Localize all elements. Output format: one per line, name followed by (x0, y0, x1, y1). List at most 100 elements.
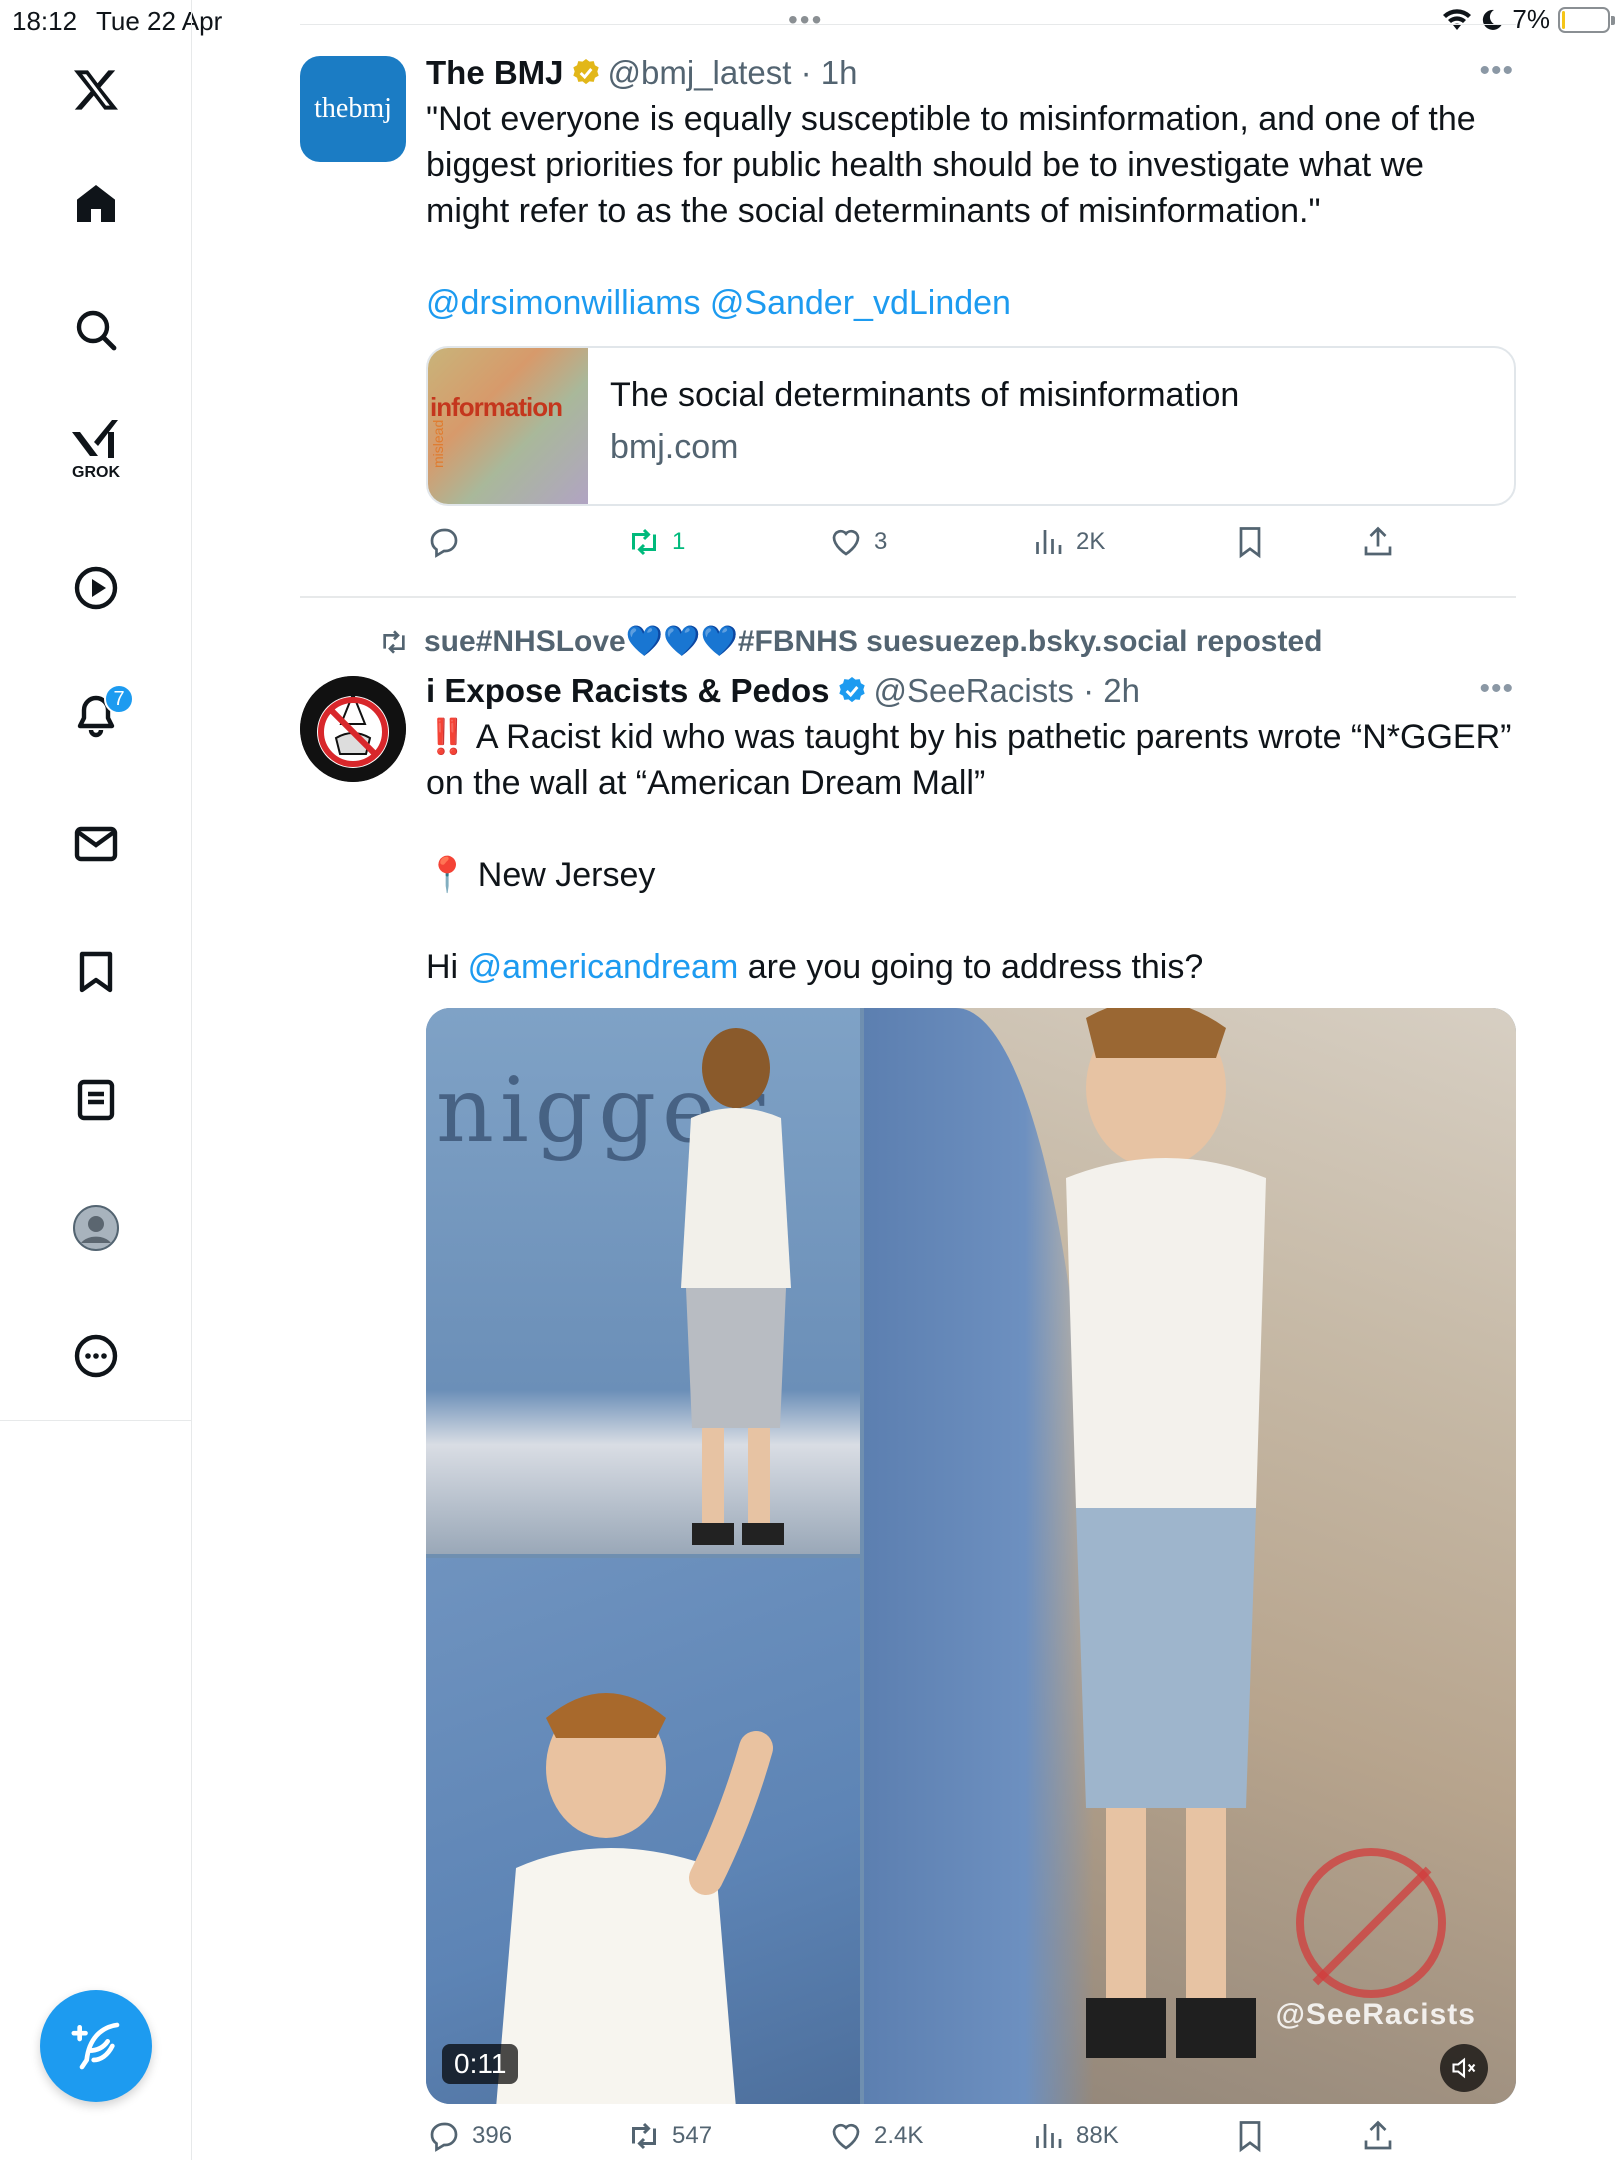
link-card-thumbnail: information mislead (428, 348, 588, 504)
views-icon (1036, 530, 1062, 554)
views-count: 2K (1076, 528, 1106, 555)
tweet-avatar[interactable] (300, 676, 406, 782)
tweet-location: 📍 New Jersey (426, 856, 656, 894)
nav-grok[interactable]: GROK (56, 410, 136, 510)
tweet-header: The BMJ @bmj_latest · 1h (426, 54, 1516, 92)
tweet-time[interactable]: 2h (1103, 672, 1140, 710)
nav-explore[interactable] (56, 290, 136, 370)
alert-emoji: ‼️ (426, 718, 469, 756)
bookmark-button[interactable] (1232, 524, 1268, 560)
list-icon (77, 1079, 115, 1121)
views-button[interactable]: 2K (1030, 524, 1105, 560)
repost-indicator[interactable]: sue#NHSLove💙💙💙#FBNHS suesuezep.bsky.soci… (378, 624, 1322, 659)
verified-gold-icon (572, 59, 599, 85)
reposter-name: sue#NHSLove💙💙💙#FBNHS suesuezep.bsky.soci… (424, 625, 1323, 658)
video-player[interactable]: nigger @SeeRacists 0:11 (426, 1008, 1516, 2104)
grok-icon (72, 420, 118, 458)
moon-icon (1483, 9, 1503, 30)
tweet-header: i Expose Racists & Pedos @SeeRacists · 2… (426, 672, 1516, 710)
avatar-text: thebmj (314, 93, 392, 124)
author-handle[interactable]: @bmj_latest (608, 54, 792, 92)
avatar-icon (73, 1205, 119, 1251)
views-count: 88K (1076, 2122, 1119, 2149)
share-button[interactable] (1360, 2118, 1396, 2154)
like-button[interactable]: 3 (828, 524, 887, 560)
compose-icon (71, 2022, 120, 2070)
video-panel-2 (426, 1558, 860, 2104)
watermark-logo-icon (1296, 1848, 1446, 1998)
search-icon (76, 310, 117, 351)
share-button[interactable] (1360, 524, 1396, 560)
retweet-button[interactable]: 547 (626, 2118, 712, 2154)
status-indicators: 7% (1442, 4, 1615, 35)
bookmark-icon (1239, 527, 1261, 559)
views-button[interactable]: 88K (1030, 2118, 1119, 2154)
like-count: 2.4K (874, 2122, 924, 2149)
nav-more[interactable] (56, 1316, 136, 1396)
link-card[interactable]: information mislead The social determina… (426, 346, 1516, 506)
author-name[interactable]: i Expose Racists & Pedos (426, 672, 830, 710)
like-count: 3 (874, 528, 888, 555)
reply-button[interactable]: 396 (426, 2118, 512, 2154)
tweet-seeracists[interactable]: i Expose Racists & Pedos @SeeRacists · 2… (300, 672, 1516, 2160)
play-icon (74, 566, 118, 610)
tweet-divider (300, 596, 1516, 598)
video-duration: 0:11 (442, 2044, 519, 2084)
video-panel-1: nigger (426, 1008, 860, 1554)
retweet-button[interactable]: 1 (626, 524, 685, 560)
reply-button[interactable] (426, 524, 472, 560)
mute-button[interactable] (1440, 2044, 1488, 2092)
video-watermark: @SeeRacists (1275, 1998, 1476, 2031)
battery-percent: 7% (1512, 4, 1550, 34)
child-figure-3 (1066, 1008, 1266, 2058)
bookmark-icon (79, 951, 113, 993)
share-icon (1364, 2120, 1392, 2150)
tweet-actions-2: 396 547 2.4K 88K (426, 2118, 1516, 2160)
more-options-icon[interactable]: ••• (1479, 54, 1514, 88)
author-name[interactable]: The BMJ (426, 54, 564, 92)
nav-bookmarks[interactable] (56, 932, 136, 1012)
mention-link[interactable]: @americandream (468, 948, 739, 986)
like-button[interactable]: 2.4K (828, 2118, 923, 2154)
bookmark-button[interactable] (1232, 2118, 1268, 2154)
compose-button[interactable] (40, 1990, 152, 2102)
tweet-text: ‼️ A Racist kid who was taught by his pa… (426, 714, 1516, 990)
feed-top-border (300, 24, 1516, 25)
tweet-time[interactable]: 1h (821, 54, 858, 92)
more-icon (74, 1334, 118, 1378)
verified-blue-icon (838, 677, 865, 703)
retweet-count: 547 (672, 2122, 713, 2149)
tweet-bmj[interactable]: thebmj The BMJ @bmj_latest · 1h ••• "Not… (300, 54, 1516, 594)
tweet-avatar[interactable]: thebmj (300, 56, 406, 162)
tweet-line-3: Hi @americandream are you going to addre… (426, 948, 1204, 986)
child-figure-2 (496, 1693, 773, 2104)
tweet-actions: 1 3 2K (426, 524, 1516, 584)
muted-speaker-icon (1452, 2057, 1476, 2079)
tweet-line-1: ‼️ A Racist kid who was taught by his pa… (426, 718, 1512, 802)
author-handle[interactable]: @SeeRacists (874, 672, 1074, 710)
retweet-icon (632, 528, 656, 556)
retweet-icon (383, 629, 405, 654)
nav-lists[interactable] (56, 1060, 136, 1140)
bookmark-icon (1239, 2121, 1261, 2153)
nav-messages[interactable] (56, 804, 136, 884)
nav-home[interactable] (56, 164, 136, 244)
dot-separator: · (1073, 672, 1104, 709)
multitask-dots[interactable]: ••• (788, 4, 823, 36)
no-racism-logo-icon (300, 676, 406, 782)
reply-icon (430, 2122, 458, 2152)
x-logo-button[interactable] (56, 50, 136, 130)
more-options-icon[interactable]: ••• (1479, 672, 1514, 706)
tweet-mentions[interactable]: @drsimonwilliams @Sander_vdLinden (426, 280, 1516, 326)
thumb-word-2: mislead (430, 419, 446, 468)
sidebar: GROK 7 (0, 0, 192, 2160)
nav-notifications[interactable]: 7 (56, 676, 136, 756)
grok-label: GROK (72, 464, 120, 481)
retweet-icon (632, 2122, 656, 2150)
wifi-icon (1443, 8, 1472, 30)
nav-profile[interactable] (56, 1188, 136, 1268)
nav-video[interactable] (56, 548, 136, 628)
heart-icon (832, 2123, 860, 2150)
tweet-text: "Not everyone is equally susceptible to … (426, 96, 1516, 326)
retweet-count: 1 (672, 528, 686, 555)
